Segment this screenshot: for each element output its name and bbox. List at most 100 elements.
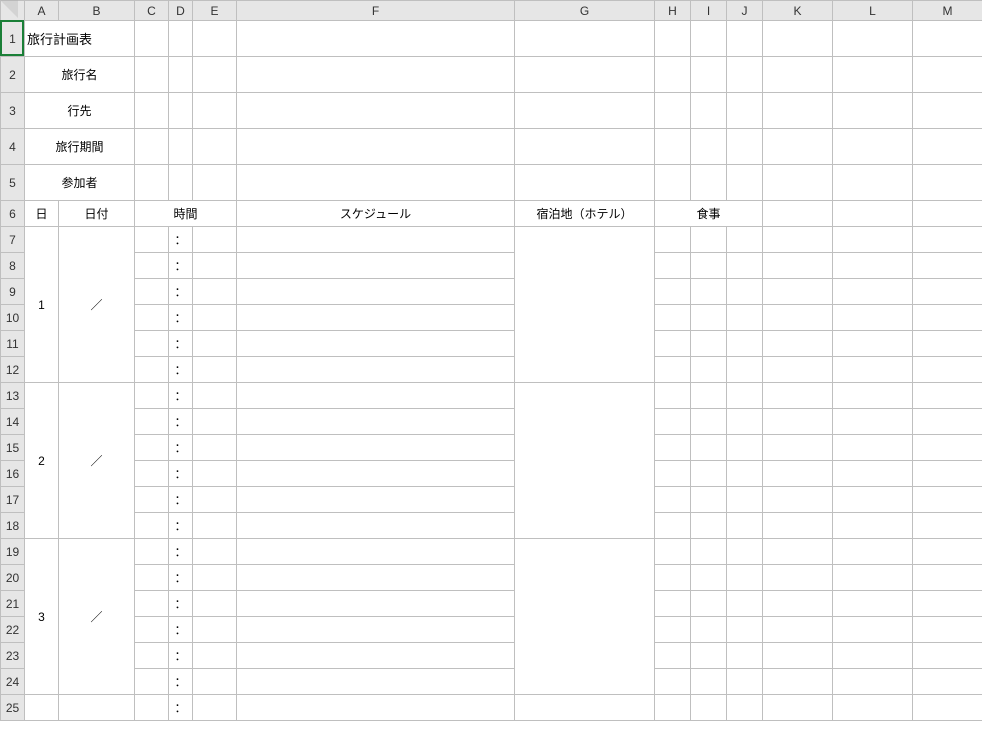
- cell[interactable]: [135, 461, 169, 487]
- cell[interactable]: [763, 331, 833, 357]
- row-header[interactable]: 7: [1, 227, 25, 253]
- cell[interactable]: [237, 383, 515, 409]
- cell[interactable]: [833, 435, 913, 461]
- cell[interactable]: [135, 253, 169, 279]
- cell[interactable]: [727, 669, 763, 695]
- cell[interactable]: [727, 643, 763, 669]
- cell[interactable]: [763, 165, 833, 201]
- cell[interactable]: [655, 565, 691, 591]
- col-header[interactable]: H: [655, 1, 691, 21]
- row-header[interactable]: 2: [1, 57, 25, 93]
- cell[interactable]: [727, 513, 763, 539]
- label-trip-name[interactable]: 旅行名: [25, 57, 135, 93]
- cell[interactable]: [727, 695, 763, 721]
- cell[interactable]: [655, 383, 691, 409]
- cell[interactable]: [727, 93, 763, 129]
- cell[interactable]: [655, 435, 691, 461]
- cell[interactable]: [515, 21, 655, 57]
- cell[interactable]: [135, 165, 169, 201]
- cell[interactable]: [913, 57, 982, 93]
- cell[interactable]: [691, 565, 727, 591]
- row-header[interactable]: 13: [1, 383, 25, 409]
- col-header[interactable]: G: [515, 1, 655, 21]
- cell[interactable]: [833, 461, 913, 487]
- cell[interactable]: [763, 357, 833, 383]
- cell[interactable]: [727, 591, 763, 617]
- cell[interactable]: [193, 539, 237, 565]
- lodging-cell[interactable]: [515, 383, 655, 539]
- cell[interactable]: [59, 695, 135, 721]
- row-header[interactable]: 20: [1, 565, 25, 591]
- date-mark[interactable]: ／: [59, 227, 135, 383]
- cell[interactable]: [913, 21, 982, 57]
- cell[interactable]: [833, 227, 913, 253]
- day-number[interactable]: 1: [25, 227, 59, 383]
- select-all-triangle[interactable]: [0, 0, 18, 18]
- cell[interactable]: [691, 617, 727, 643]
- cell[interactable]: [833, 165, 913, 201]
- time-colon[interactable]: ：: [169, 253, 193, 279]
- cell[interactable]: [763, 513, 833, 539]
- cell[interactable]: [135, 539, 169, 565]
- cell[interactable]: [135, 383, 169, 409]
- cell[interactable]: [135, 591, 169, 617]
- cell[interactable]: [763, 305, 833, 331]
- cell[interactable]: [237, 279, 515, 305]
- cell[interactable]: [691, 435, 727, 461]
- cell[interactable]: [515, 93, 655, 129]
- row-header[interactable]: 19: [1, 539, 25, 565]
- cell[interactable]: [193, 669, 237, 695]
- cell[interactable]: [135, 565, 169, 591]
- cell[interactable]: [833, 305, 913, 331]
- cell[interactable]: [237, 643, 515, 669]
- cell[interactable]: [913, 669, 982, 695]
- cell[interactable]: [833, 487, 913, 513]
- cell[interactable]: [193, 57, 237, 93]
- cell[interactable]: [691, 461, 727, 487]
- cell[interactable]: [515, 165, 655, 201]
- cell[interactable]: [237, 331, 515, 357]
- cell[interactable]: [691, 643, 727, 669]
- cell[interactable]: [833, 539, 913, 565]
- cell[interactable]: [913, 565, 982, 591]
- cell[interactable]: [913, 461, 982, 487]
- cell[interactable]: [515, 129, 655, 165]
- row-header[interactable]: 23: [1, 643, 25, 669]
- time-colon[interactable]: ：: [169, 227, 193, 253]
- header-date[interactable]: 日付: [59, 201, 135, 227]
- cell[interactable]: [691, 591, 727, 617]
- row-header[interactable]: 18: [1, 513, 25, 539]
- cell[interactable]: [135, 513, 169, 539]
- cell[interactable]: [691, 669, 727, 695]
- cell[interactable]: [193, 253, 237, 279]
- cell[interactable]: [913, 227, 982, 253]
- cell[interactable]: [237, 409, 515, 435]
- cell[interactable]: [655, 539, 691, 565]
- cell[interactable]: [727, 57, 763, 93]
- cell[interactable]: [913, 695, 982, 721]
- row-header[interactable]: 12: [1, 357, 25, 383]
- time-colon[interactable]: ：: [169, 539, 193, 565]
- row-header[interactable]: 6: [1, 201, 25, 227]
- cell[interactable]: [655, 227, 691, 253]
- cell[interactable]: [193, 409, 237, 435]
- cell[interactable]: [135, 331, 169, 357]
- day-number[interactable]: 3: [25, 539, 59, 695]
- cell[interactable]: [169, 93, 193, 129]
- header-meal[interactable]: 食事: [655, 201, 763, 227]
- label-period[interactable]: 旅行期間: [25, 129, 135, 165]
- cell[interactable]: [833, 669, 913, 695]
- cell[interactable]: [913, 435, 982, 461]
- cell[interactable]: [237, 591, 515, 617]
- label-participants[interactable]: 参加者: [25, 165, 135, 201]
- cell[interactable]: [913, 539, 982, 565]
- cell[interactable]: [135, 487, 169, 513]
- cell[interactable]: [193, 513, 237, 539]
- cell[interactable]: [691, 21, 727, 57]
- cell[interactable]: [135, 357, 169, 383]
- cell[interactable]: [135, 643, 169, 669]
- cell[interactable]: [727, 357, 763, 383]
- col-header[interactable]: M: [913, 1, 982, 21]
- cell[interactable]: [913, 357, 982, 383]
- cell[interactable]: [691, 383, 727, 409]
